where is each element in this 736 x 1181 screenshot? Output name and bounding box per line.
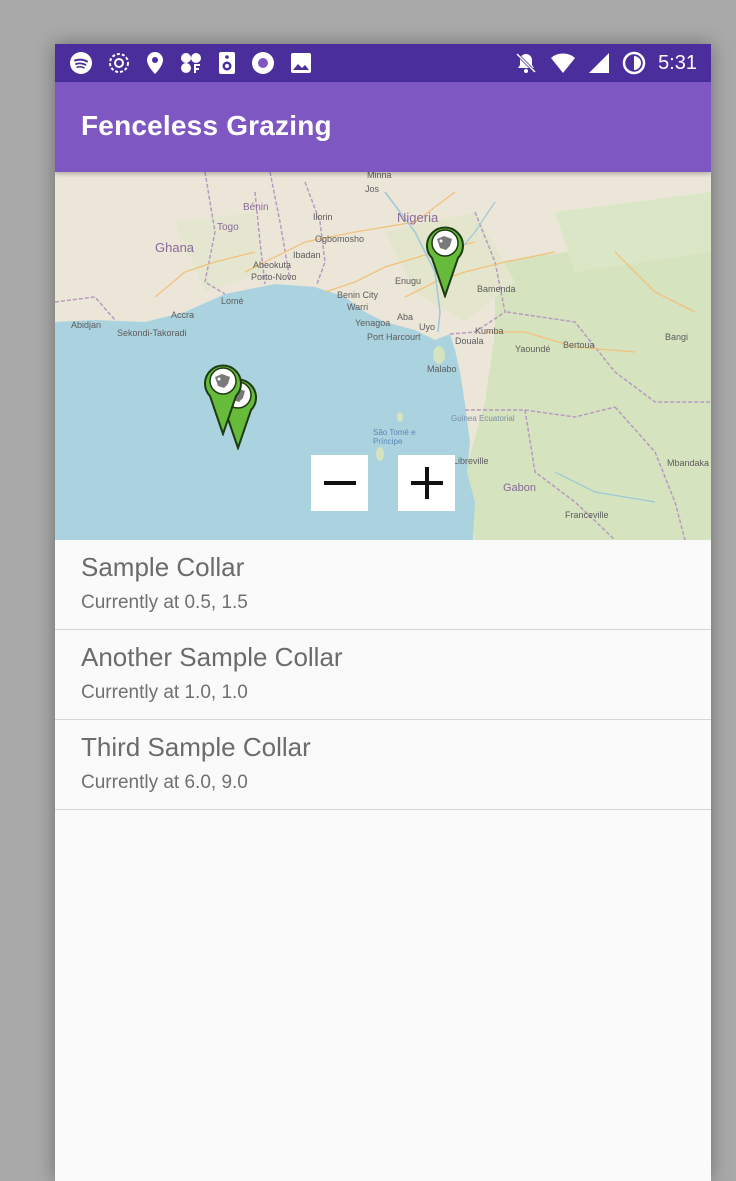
status-icons-right: 5:31 — [514, 50, 697, 76]
app-title: Fenceless Grazing — [81, 110, 332, 141]
image-icon — [289, 51, 313, 75]
map-label-bertoua: Bertoua — [563, 340, 595, 350]
pinwheel-icon — [179, 51, 203, 75]
collar-name: Third Sample Collar — [81, 732, 311, 762]
map-label-benin-city: Benin City — [337, 290, 379, 300]
list-item[interactable]: Third Sample Collar Currently at 6.0, 9.… — [55, 720, 711, 810]
list-item[interactable]: Another Sample Collar Currently at 1.0, … — [55, 630, 711, 720]
zoom-in-button[interactable] — [398, 455, 455, 511]
collar-list: Sample Collar Currently at 0.5, 1.5 Anot… — [55, 540, 711, 810]
collar-location: Currently at 0.5, 1.5 — [81, 592, 248, 613]
map-label-kumba: Kumba — [475, 326, 504, 336]
record-icon — [251, 51, 275, 75]
collar-name: Another Sample Collar — [81, 642, 343, 672]
map-label-gabon: Gabon — [503, 482, 537, 494]
app-bar: Fenceless Grazing — [55, 82, 711, 172]
map-label-togo: Togo — [217, 222, 239, 233]
map-tiles — [55, 172, 711, 540]
spotify-icon — [69, 51, 93, 75]
minus-icon — [323, 481, 356, 485]
map-label-bangui: Bangi — [665, 332, 689, 342]
map-label-accra: Accra — [171, 310, 195, 320]
map-label-lome: Lomé — [221, 296, 244, 306]
map-label-ogbomosho: Ogbomosho — [315, 234, 365, 244]
status-icons-left — [69, 50, 313, 76]
map-label-sao-tome: São Tomé e Príncipe — [373, 428, 416, 446]
collar-location: Currently at 1.0, 1.0 — [81, 682, 248, 703]
map-label-uyo: Uyo — [419, 322, 436, 332]
map-label-ibadan: Ibadan — [293, 250, 321, 260]
cell-signal-icon — [588, 52, 610, 74]
map-label-abidjan: Abidjan — [71, 320, 102, 330]
map-label-porto-novo: Porto-Novo — [251, 272, 297, 282]
map-label-minna: Minna — [367, 172, 392, 180]
map-label-yaounde: Yaoundé — [515, 344, 551, 354]
map-label-libreville: Libreville — [453, 456, 489, 466]
map-label-ilorin: Ilorin — [313, 212, 333, 222]
cow-marker-icon[interactable] — [202, 360, 244, 436]
map-view[interactable]: Nigeria Ghana Bénin Togo Jos Minna Ogbom… — [55, 172, 711, 540]
map-label-abeokuta: Abeokuta — [253, 260, 292, 270]
map-label-enugu: Enugu — [395, 276, 422, 286]
map-label-port-harcourt: Port Harcourt — [367, 332, 421, 342]
sync-icon — [107, 51, 131, 75]
map-label-benin: Bénin — [243, 202, 269, 213]
map-label-franceville: Franceville — [565, 510, 609, 520]
wifi-icon — [550, 52, 576, 74]
map-label-sekondi: Sekondi-Takoradi — [117, 328, 187, 338]
map-label-yenagoa: Yenagoa — [355, 318, 391, 328]
cow-marker-icon[interactable] — [424, 222, 466, 298]
map-label-ghana: Ghana — [155, 240, 195, 255]
clock: 5:31 — [658, 52, 697, 74]
map-label-jos: Jos — [365, 184, 380, 194]
collar-name: Sample Collar — [81, 552, 245, 582]
location-icon — [145, 51, 165, 75]
plus-icon — [410, 467, 443, 499]
map-label-warri: Warri — [347, 302, 369, 312]
battery-icon — [622, 51, 646, 75]
map-label-aba: Aba — [397, 312, 414, 322]
status-bar: 5:31 — [55, 44, 711, 82]
map-label-guinea-ecuatorial: Guinea Ecuatorial — [451, 414, 515, 423]
map-label-bamenda: Bamenda — [477, 284, 516, 294]
map-label-malabo: Malabo — [427, 364, 457, 374]
phone-screen: 5:31 Fenceless Grazing Nigeria Ghana Bén… — [55, 44, 711, 1181]
zoom-out-button[interactable] — [311, 455, 368, 511]
notifications-off-icon — [514, 51, 538, 75]
map-label-mbandaka: Mbandaka — [667, 458, 710, 468]
speaker-icon — [217, 51, 237, 75]
list-item[interactable]: Sample Collar Currently at 0.5, 1.5 — [55, 540, 711, 630]
map-label-douala: Douala — [455, 336, 484, 346]
collar-location: Currently at 6.0, 9.0 — [81, 772, 248, 793]
